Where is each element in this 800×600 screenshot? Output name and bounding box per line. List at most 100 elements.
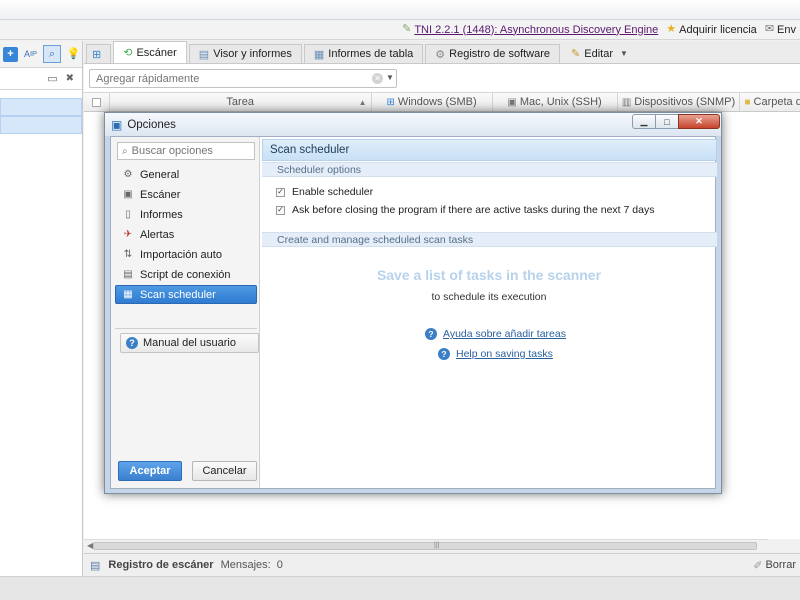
column-header-folder[interactable]: ■ Carpeta de	[740, 93, 800, 111]
nav-item-label: Script de conexión	[140, 268, 231, 281]
options-search-input[interactable]	[131, 145, 242, 157]
tab-scanner[interactable]: ⟲ Escáner	[113, 41, 187, 63]
product-title-text[interactable]: TNI 2.2.1 (1448): Asynchronous Discovery…	[414, 24, 658, 36]
grip-icon: |||	[434, 542, 440, 549]
software-icon: ⚙	[435, 48, 446, 61]
nav-item-scanner[interactable]: ▣ Escáner	[115, 185, 257, 204]
nav-item-label: Informes	[140, 208, 183, 221]
column-header-folder-label: Carpeta de	[753, 96, 800, 108]
help-save-tasks-link[interactable]: ? Help on saving tasks	[438, 347, 553, 361]
report-icon: ▯	[125, 209, 131, 220]
star-icon: ★	[666, 23, 677, 35]
tab-viewer[interactable]: ▤ Visor y informes	[188, 44, 302, 63]
edit-menu[interactable]: ✎ Editar ▼	[562, 44, 637, 63]
scanner-icon: ▣	[123, 189, 133, 200]
ip-range-icon[interactable]: A IP	[23, 47, 38, 62]
column-header-mac-unix-label: Mac, Unix (SSH)	[519, 96, 602, 108]
select-all-checkbox[interactable]	[84, 93, 110, 111]
clear-icon[interactable]: ✕	[372, 73, 383, 84]
clear-log-button[interactable]: ✐ Borrar	[747, 559, 796, 572]
nav-item-scan-scheduler[interactable]: ▦ Scan scheduler	[115, 285, 257, 304]
help-save-tasks-label: Help on saving tasks	[456, 348, 553, 360]
pencil-icon: ✎	[571, 48, 581, 60]
close-icon[interactable]: ✖	[66, 73, 74, 84]
tab-table-reports[interactable]: ▦ Informes de tabla	[303, 44, 424, 63]
column-header-windows[interactable]: ⊞ Windows (SMB)	[372, 93, 493, 111]
search-icon: ⌕	[122, 145, 128, 157]
left-tree-item[interactable]	[0, 98, 82, 116]
column-header-windows-label: Windows (SMB)	[397, 96, 477, 108]
device-icon: ▥	[621, 96, 632, 108]
enable-scheduler-checkbox[interactable]: ✓ Enable scheduler	[276, 185, 373, 199]
nav-item-label: Importación auto	[140, 248, 222, 261]
log-icon: ▤	[90, 559, 101, 572]
quick-add-input[interactable]	[89, 69, 397, 88]
help-add-tasks-link[interactable]: ? Ayuda sobre añadir tareas	[425, 327, 566, 341]
help-icon: ?	[438, 348, 450, 360]
dialog-body: ⌕ ⚙ General ▣ Escáner ▯ Informes ✈	[110, 136, 717, 489]
tab-software-registry[interactable]: ⚙ Registro de software	[425, 44, 561, 63]
nav-item-label: Escáner	[140, 188, 181, 201]
user-manual-button[interactable]: ? Manual del usuario	[120, 333, 259, 353]
product-title-link[interactable]: ✎ TNI 2.2.1 (1448): Asynchronous Discove…	[402, 24, 658, 36]
empty-state-subtitle: to schedule its execution	[431, 291, 547, 303]
ask-before-closing-checkbox[interactable]: ✓ Ask before closing the program if ther…	[276, 203, 654, 217]
import-icon: ⇅	[123, 249, 133, 260]
scanner-icon: ⟲	[123, 47, 133, 59]
options-search[interactable]: ⌕	[117, 142, 255, 160]
nav-item-connection-script[interactable]: ▤ Script de conexión	[115, 265, 257, 284]
left-tree-item-selected[interactable]	[0, 116, 82, 134]
checkbox-checked-icon: ✓	[276, 187, 285, 197]
save-icon[interactable]: ▭	[47, 72, 57, 85]
nav-item-reports[interactable]: ▯ Informes	[115, 205, 257, 224]
help-icon: ?	[425, 328, 437, 340]
maximize-button[interactable]: □	[655, 114, 679, 129]
search-icon[interactable]: ⌕	[43, 45, 61, 63]
tab-icon: ⊞	[92, 48, 102, 61]
nav-item-auto-import[interactable]: ⇅ Importación auto	[115, 245, 257, 264]
scanner-log-title: Registro de escáner	[108, 559, 214, 571]
top-bar: ✎ TNI 2.2.1 (1448): Asynchronous Discove…	[0, 20, 800, 40]
column-header-task[interactable]: Tarea ▲	[110, 93, 372, 111]
mail-button[interactable]: ✉ Env	[765, 24, 796, 36]
tab-software-registry-label: Registro de software	[449, 48, 551, 60]
tab-table-reports-label: Informes de tabla	[328, 48, 414, 60]
buy-license-button[interactable]: ★ Adquirir licencia	[666, 24, 757, 36]
tab-overview[interactable]: ⊞	[86, 44, 112, 63]
accept-button[interactable]: Aceptar	[118, 461, 182, 481]
scanner-log-bar: ▤ Registro de escáner Mensajes: 0 ✐ Borr…	[84, 553, 800, 576]
options-nav-list: ⚙ General ▣ Escáner ▯ Informes ✈ Alertas…	[115, 165, 257, 305]
horizontal-scrollbar[interactable]: ◀ |||	[84, 539, 768, 551]
checkbox-checked-icon: ✓	[276, 205, 285, 215]
scrollbar-thumb[interactable]: |||	[93, 542, 757, 550]
column-header-devices-label: Dispositivos (SNMP)	[634, 96, 736, 108]
mail-label: Env	[777, 23, 796, 36]
clear-log-label: Borrar	[765, 559, 796, 571]
grid-header: Tarea ▲ ⊞ Windows (SMB) ▣ Mac, Unix (SSH…	[84, 92, 800, 112]
column-header-devices[interactable]: ▥ Dispositivos (SNMP)	[618, 93, 741, 111]
close-button[interactable]: ✕	[678, 114, 720, 129]
empty-state-title: Save a list of tasks in the scanner	[376, 267, 602, 283]
sort-up-icon: ▲	[358, 97, 367, 107]
column-header-mac-unix[interactable]: ▣ Mac, Unix (SSH)	[493, 93, 618, 111]
nav-item-label: Scan scheduler	[140, 288, 216, 301]
left-filter-bar: ▭ ✖	[0, 68, 82, 90]
user-manual-label: Manual del usuario	[143, 337, 236, 349]
monitor-icon: ▣	[507, 96, 517, 108]
nav-item-general[interactable]: ⚙ General	[115, 165, 257, 184]
add-icon[interactable]: +	[3, 46, 18, 62]
bottom-strip	[0, 576, 800, 600]
feather-icon: ✎	[402, 23, 412, 35]
manage-tasks-header: Create and manage scheduled scan tasks	[262, 232, 717, 247]
envelope-icon: ✉	[764, 23, 775, 35]
nav-item-alerts[interactable]: ✈ Alertas	[115, 225, 257, 244]
lightbulb-icon[interactable]: 💡	[66, 47, 81, 62]
left-panel: + A IP ⌕ 💡 ▭ ✖	[0, 41, 83, 576]
script-icon: ▤	[123, 269, 133, 280]
tab-viewer-label: Visor y informes	[213, 48, 292, 60]
left-toolbar: + A IP ⌕ 💡	[0, 41, 82, 68]
minimize-button[interactable]: ▁	[632, 114, 656, 129]
cancel-button[interactable]: Cancelar	[192, 461, 257, 481]
chevron-down-icon[interactable]: ▼	[386, 73, 394, 82]
dialog-titlebar[interactable]: ▣ Opciones ▁ □ ✕	[105, 113, 721, 136]
